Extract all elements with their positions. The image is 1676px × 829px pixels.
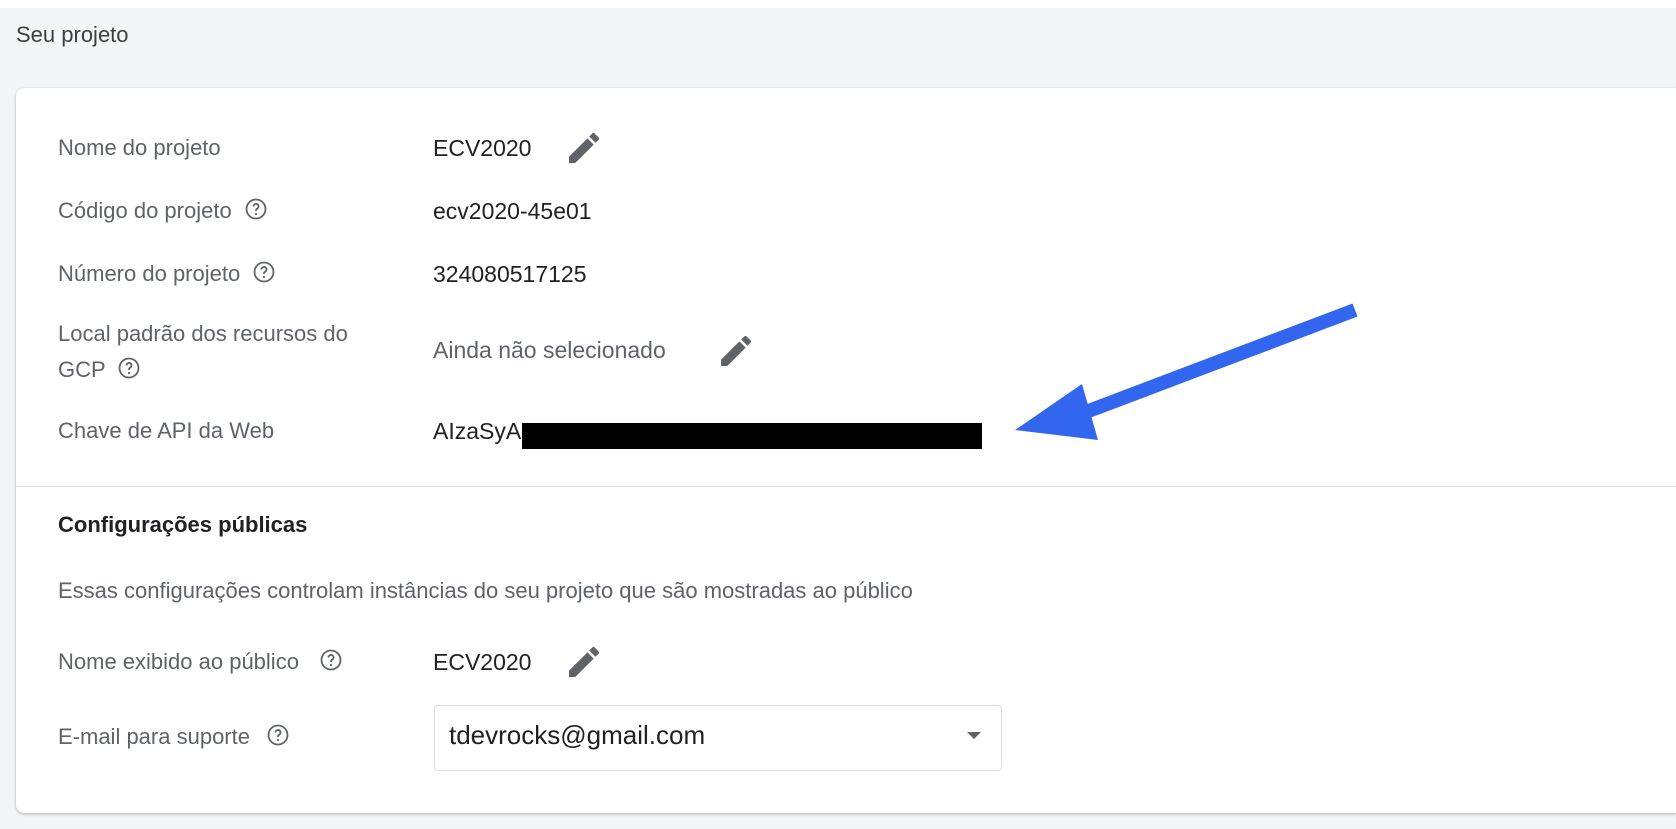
project-id-value: ecv2020-45e01 [433,198,592,224]
support-email-select[interactable]: tdevrocks@gmail.com [434,705,1002,771]
help-icon[interactable] [244,197,268,221]
caret-down-icon [967,732,981,739]
project-name-label: Nome do projeto [58,135,221,160]
gcp-location-value: Ainda não selecionado [433,337,666,363]
help-icon[interactable] [266,723,290,747]
edit-display-name-icon[interactable] [564,642,604,682]
help-icon[interactable] [117,356,141,380]
project-id-label: Código do projeto [58,193,268,229]
section-title: Seu projeto [16,22,129,47]
project-number-label: Número do projeto [58,256,276,292]
project-settings-card: Nome do projeto ECV2020 Código do projet… [16,88,1676,813]
web-api-key-label: Chave de API da Web [58,418,275,443]
public-display-name-value: ECV2020 [433,649,532,675]
project-name-value: ECV2020 [433,135,532,161]
public-settings-description: Essas configurações controlam instâncias… [58,578,913,603]
gcp-location-label: Local padrão dos recursos do GCP [58,321,348,382]
edit-gcp-location-icon[interactable] [716,331,756,371]
section-divider [16,486,1676,487]
help-icon[interactable] [319,648,343,672]
api-key-redaction [522,423,982,449]
public-display-name-label: Nome exibido ao público [58,644,343,680]
top-strip [0,0,1676,8]
help-icon[interactable] [252,260,276,284]
project-number-value: 324080517125 [433,261,587,287]
public-settings-title: Configurações públicas [58,512,308,537]
web-api-key-value[interactable]: AIzaSyA [433,413,521,449]
edit-project-name-icon[interactable] [564,128,604,168]
support-email-value: tdevrocks@gmail.com [449,720,706,750]
support-email-label: E-mail para suporte [58,719,290,755]
annotation-arrow [1015,303,1358,440]
